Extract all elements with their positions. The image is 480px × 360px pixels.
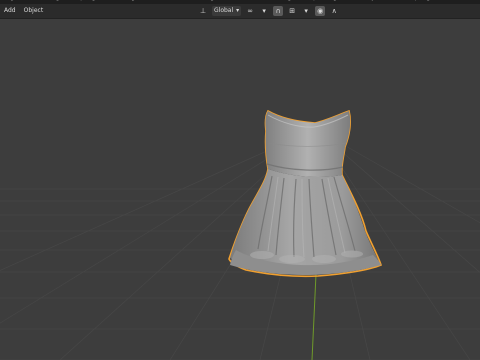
chevron-down-icon: ▾ — [236, 7, 240, 14]
object-menu[interactable]: Object — [24, 6, 44, 16]
viewport-tools: ⊥ Global ▾ ∞ ▾ ∩ ⊞ ▾ ◉ ∧ — [198, 6, 339, 16]
viewport-header: Add Object ⊥ Global ▾ ∞ ▾ ∩ ⊞ ▾ ◉ ∧ — [0, 4, 480, 19]
snap-target-icon[interactable]: ⊞ — [287, 6, 297, 16]
chevron-down-icon[interactable]: ▾ — [259, 6, 269, 16]
dress-object[interactable] — [228, 109, 382, 278]
tab-scripting[interactable]: Scripting — [404, 0, 431, 1]
tab-shading[interactable]: Shading — [190, 0, 214, 1]
add-menu[interactable]: Add — [4, 6, 16, 16]
proportional-edit-icon[interactable]: ◉ — [315, 6, 326, 16]
link-icon[interactable]: ∞ — [245, 6, 255, 16]
3d-viewport[interactable] — [0, 19, 480, 360]
falloff-curve-icon[interactable]: ∧ — [329, 6, 339, 16]
viewport-menu: Add Object — [4, 6, 43, 16]
tab-animation[interactable]: Animation — [222, 0, 253, 1]
magnet-icon[interactable]: ∩ — [273, 6, 284, 16]
tab-geometry-nodes[interactable]: Geometry Nodes — [345, 0, 396, 1]
workspace-tabs: Layout Modeling Sculpting UV Editing Texture… — [4, 0, 443, 1]
tab-uv-editing[interactable]: UV Editing — [104, 0, 135, 1]
y-axis-line — [311, 273, 317, 360]
tab-modeling[interactable]: Modeling — [32, 0, 59, 1]
transform-axes-icon[interactable]: ⊥ — [198, 6, 208, 16]
viewport-canvas — [0, 109, 480, 360]
tab-texture-paint[interactable]: Texture Paint — [143, 0, 182, 1]
tab-[interactable]: + — [438, 0, 443, 1]
tab-rendering[interactable]: Rendering — [261, 0, 292, 1]
transform-orientation-dropdown[interactable]: Global ▾ — [212, 6, 242, 16]
tab-layout[interactable]: Layout — [4, 0, 24, 1]
tab-sculpting[interactable]: Sculpting — [68, 0, 96, 1]
chevron-down-icon[interactable]: ▾ — [301, 6, 311, 16]
transform-orientation-label: Global — [214, 7, 234, 14]
tab-compositing[interactable]: Compositing — [299, 0, 337, 1]
